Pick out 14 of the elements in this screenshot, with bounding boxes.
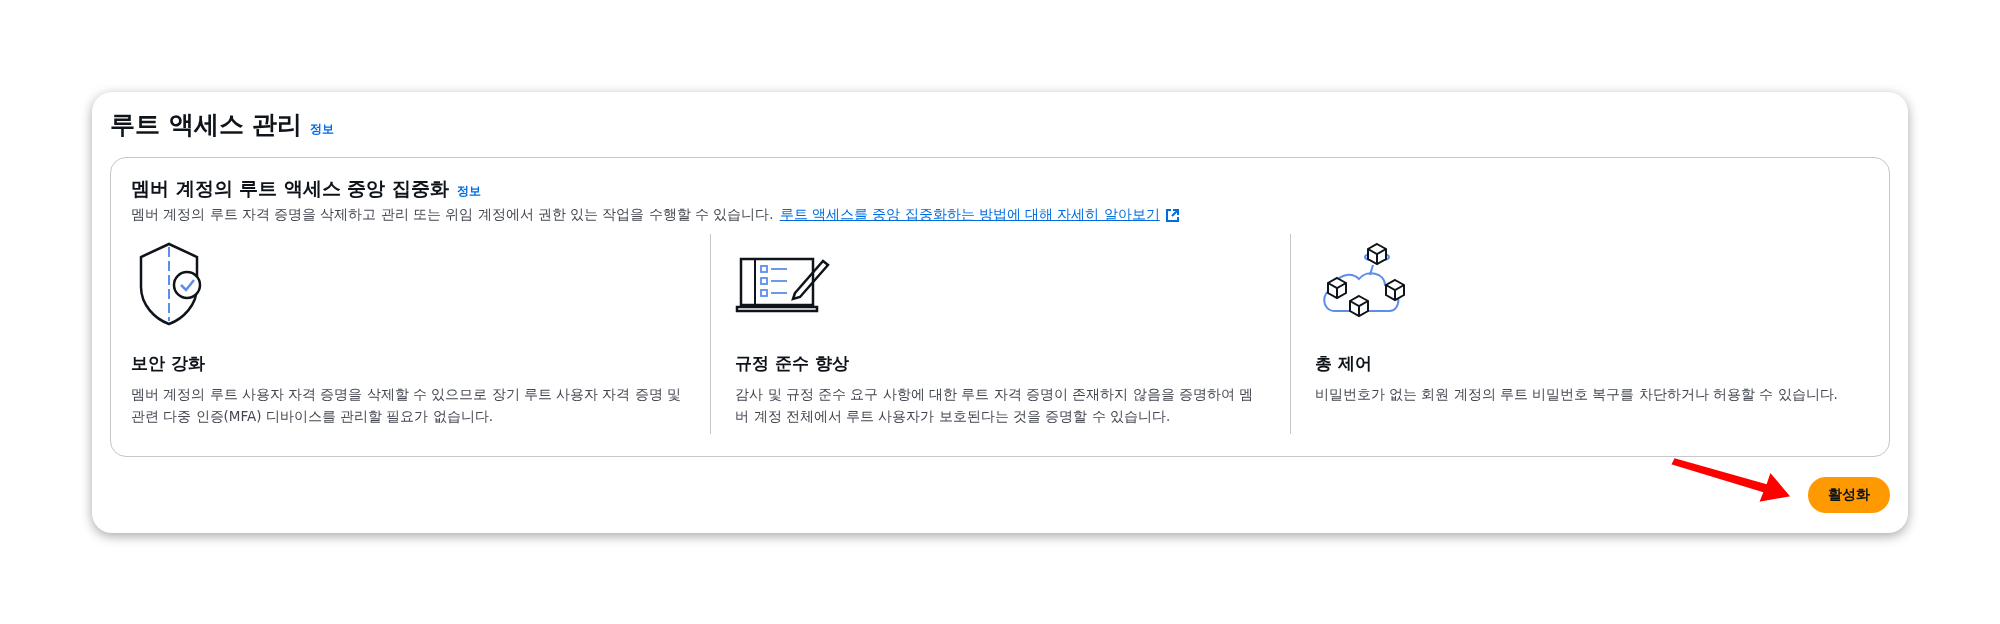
learn-more-link[interactable]: 루트 액세스를 중앙 집중화하는 방법에 대해 자세히 알아보기 bbox=[779, 206, 1179, 224]
feature-title: 보안 강화 bbox=[131, 352, 206, 375]
info-link[interactable]: 정보 bbox=[310, 121, 335, 138]
feature-description: 비밀번호가 없는 회원 계정의 루트 비밀번호 복구를 차단하거나 허용할 수 있습니다. bbox=[1314, 385, 1839, 404]
section-title: 멤버 계정의 루트 액세스 중앙 집중화 bbox=[131, 176, 450, 201]
activate-button[interactable]: 활성화 bbox=[1808, 477, 1890, 513]
section-description: 멤버 계정의 루트 자격 증명을 삭제하고 관리 또는 위임 계정에서 권한 있는 작업을 수행할 수 있습니다. bbox=[131, 206, 774, 224]
info-link[interactable]: 정보 bbox=[457, 183, 482, 200]
feature-title: 총 제어 bbox=[1314, 352, 1373, 375]
external-link-icon bbox=[1165, 208, 1179, 222]
feature-description: 감사 및 규정 준수 요구 사항에 대한 루트 자격 증명이 존재하지 않음을 증명하여 멤버 계정 전체에서 루트 사용자가 보호된다는 것을 증명할 수 있습니다. bbox=[735, 385, 1255, 426]
feature-description: 멤버 계정의 루트 사용자 자격 증명을 삭제할 수 있으므로 장기 루트 사용자 자격 증명 및 관련 다중 인증(MFA) 디바이스를 관리할 필요가 없습니다. bbox=[131, 385, 683, 426]
feature-title: 규정 준수 향상 bbox=[735, 352, 851, 375]
panel-title: 루트 액세스 관리 bbox=[110, 109, 303, 141]
